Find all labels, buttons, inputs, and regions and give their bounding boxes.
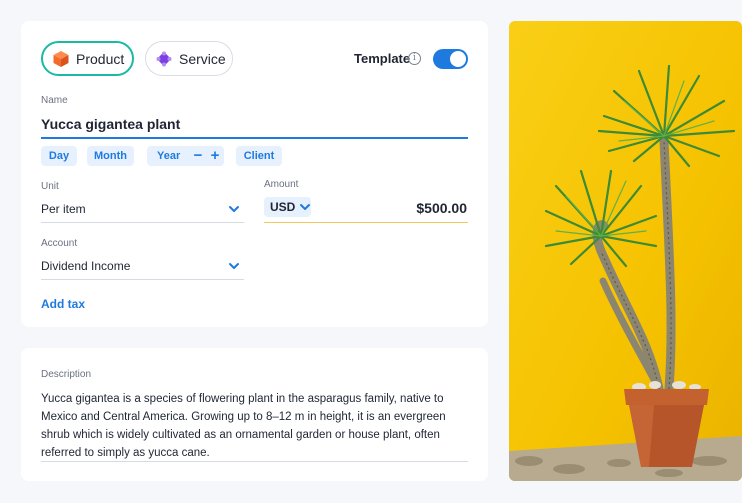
amount-input[interactable]: $500.00 bbox=[416, 200, 467, 216]
currency-select[interactable]: USD bbox=[264, 197, 311, 217]
currency-value: USD bbox=[270, 200, 296, 214]
chevron-down-icon bbox=[299, 201, 311, 213]
product-type-button[interactable]: Product bbox=[41, 41, 134, 76]
year-decrement-button[interactable]: − bbox=[190, 148, 206, 164]
product-photo bbox=[509, 21, 742, 481]
product-form-card: Product Service Template i Name Yucca gi… bbox=[21, 21, 488, 327]
name-input[interactable]: Yucca gigantea plant bbox=[41, 116, 180, 132]
service-type-button[interactable]: Service bbox=[145, 41, 233, 76]
service-type-label: Service bbox=[179, 50, 226, 67]
description-card: Description Yucca gigantea is a species … bbox=[21, 348, 488, 481]
description-underline bbox=[41, 461, 468, 462]
client-chip[interactable]: Client bbox=[236, 146, 282, 166]
toggle-knob bbox=[450, 51, 466, 67]
unit-underline bbox=[41, 222, 244, 223]
info-icon[interactable]: i bbox=[408, 52, 421, 65]
name-label: Name bbox=[41, 95, 68, 106]
product-type-label: Product bbox=[76, 50, 125, 67]
template-label: Template bbox=[354, 51, 411, 66]
account-underline bbox=[41, 279, 244, 280]
month-chip[interactable]: Month bbox=[87, 146, 134, 166]
description-textarea[interactable]: Yucca gigantea is a species of flowering… bbox=[41, 390, 471, 462]
diamond-icon bbox=[155, 50, 173, 68]
amount-label: Amount bbox=[264, 179, 299, 190]
description-label: Description bbox=[41, 369, 92, 380]
amount-underline bbox=[264, 222, 468, 223]
name-underline bbox=[41, 137, 468, 139]
add-tax-link[interactable]: Add tax bbox=[41, 297, 85, 311]
template-toggle[interactable] bbox=[433, 49, 468, 69]
account-select[interactable]: Dividend Income bbox=[41, 259, 130, 273]
box-icon bbox=[52, 50, 70, 68]
day-chip[interactable]: Day bbox=[41, 146, 77, 166]
account-label: Account bbox=[41, 238, 78, 249]
chevron-down-icon[interactable] bbox=[228, 203, 240, 215]
chevron-down-icon[interactable] bbox=[228, 260, 240, 272]
year-increment-button[interactable]: + bbox=[207, 148, 223, 164]
year-chip-label: Year bbox=[157, 150, 181, 162]
unit-label: Unit bbox=[41, 181, 59, 192]
unit-select[interactable]: Per item bbox=[41, 202, 86, 216]
